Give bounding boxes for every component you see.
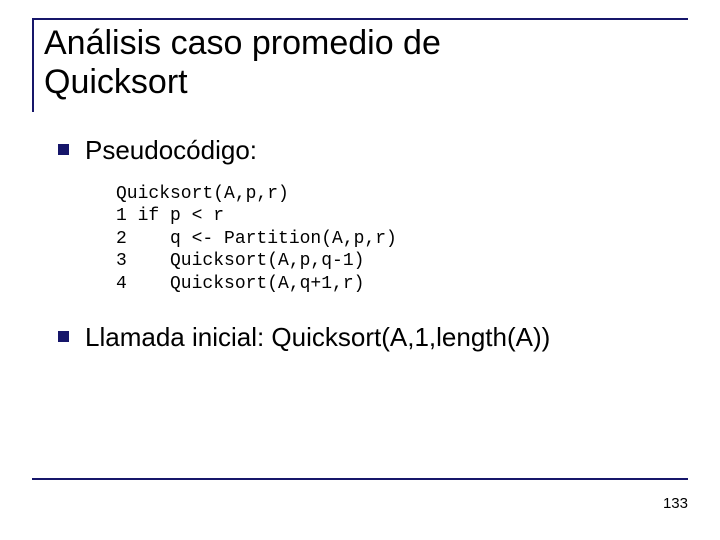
bullet-item: Llamada inicial: Quicksort(A,1,length(A)… <box>58 321 682 354</box>
bullet-square-icon <box>58 331 69 342</box>
title-line-2: Quicksort <box>44 63 188 101</box>
code-line: 3 Quicksort(A,p,q-1) <box>116 251 364 271</box>
code-line: 1 if p < r <box>116 206 224 226</box>
title-block: Análisis caso promedio de Quicksort <box>32 20 692 112</box>
bullet-text: Llamada inicial: Quicksort(A,1,length(A)… <box>85 321 550 354</box>
pseudocode-block: Quicksort(A,p,r) 1 if p < r 2 q <- Parti… <box>116 183 682 296</box>
code-line: 2 q <- Partition(A,p,r) <box>116 229 397 249</box>
bullet-item: Pseudocódigo: <box>58 134 682 167</box>
slide-body: Pseudocódigo: Quicksort(A,p,r) 1 if p < … <box>28 134 692 354</box>
code-line: 4 Quicksort(A,q+1,r) <box>116 274 364 294</box>
bottom-rule <box>32 478 688 480</box>
slide-title: Análisis caso promedio de Quicksort <box>44 24 692 102</box>
bullet-square-icon <box>58 144 69 155</box>
page-number: 133 <box>663 495 688 512</box>
title-line-1: Análisis caso promedio de <box>44 24 441 62</box>
code-line: Quicksort(A,p,r) <box>116 184 289 204</box>
bullet-text: Pseudocódigo: <box>85 134 257 167</box>
slide: Análisis caso promedio de Quicksort Pseu… <box>0 0 720 540</box>
